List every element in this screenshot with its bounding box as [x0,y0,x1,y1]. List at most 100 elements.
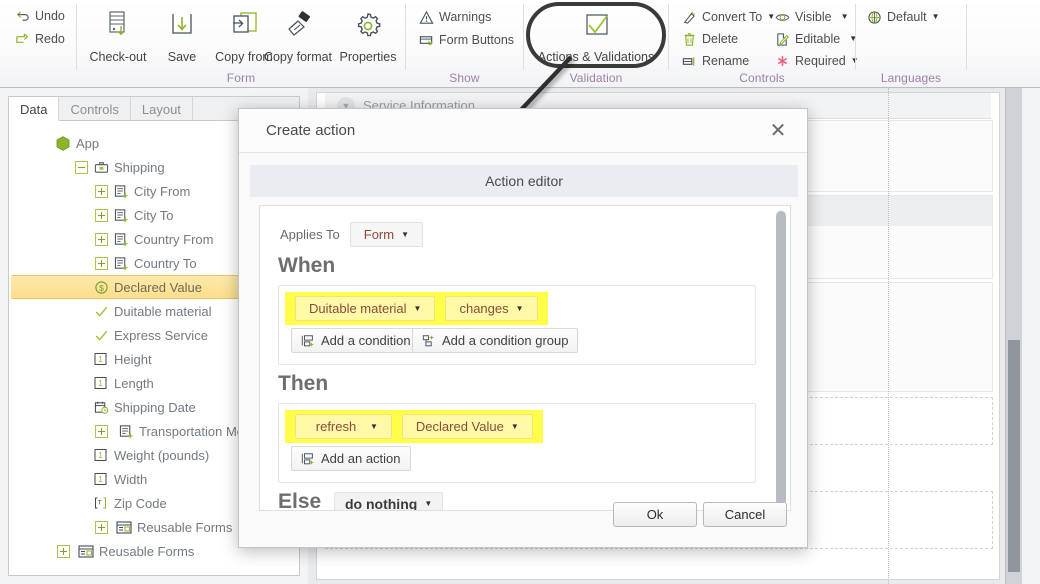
required-button[interactable]: Required ▼ [774,52,859,70]
else-heading: Else [278,490,322,511]
properties-gear-icon [332,4,404,48]
rename-button[interactable]: Rename [681,52,749,70]
then-action-verb-dropdown[interactable]: refresh ▼ [295,414,392,439]
chevron-down-icon[interactable]: ▼ [370,422,378,431]
warnings-button[interactable]: Warnings [418,8,491,26]
then-action-verb-value: refresh [315,419,357,434]
else-value: do nothing [345,496,418,511]
form-buttons-button[interactable]: Form Buttons [418,31,514,49]
check-out-icon [82,4,154,48]
collapse-toggle-icon[interactable] [75,160,88,174]
add-a-condition-button[interactable]: Add a condition [291,328,421,353]
expand-toggle-icon[interactable] [95,184,108,198]
tree-item-label: Duitable material [114,303,212,319]
tree-item-label: App [76,135,100,151]
globe-icon [866,9,882,25]
then-action-target-dropdown[interactable]: Declared Value ▼ [401,414,533,439]
ribbon-group-validation: Actions & Validations Validation [524,0,668,88]
else-value-dropdown[interactable]: do nothing ▼ [334,492,444,511]
number-icon: 1 [93,471,109,487]
expand-toggle-icon[interactable] [95,232,108,246]
expand-toggle-icon[interactable] [57,544,70,558]
then-heading: Then [278,372,329,395]
dialog-subtitle-bar: Action editor [250,165,798,197]
svg-text:1: 1 [98,475,103,484]
copy-format-button[interactable]: Copy format [258,4,338,66]
tab-data[interactable]: Data [9,97,60,121]
ribbon-divider [966,4,967,70]
canvas-scrollbar-thumb[interactable] [1008,340,1020,572]
delete-button[interactable]: Delete [681,30,738,48]
app-hex-icon [55,135,71,151]
lookup-icon [113,183,129,199]
ok-button[interactable]: Ok [613,502,697,527]
tab-layout[interactable]: Layout [131,97,193,120]
ribbon-group-label-show: Show [449,71,480,85]
calendar-clock-icon [93,399,109,415]
redo-label: Redo [35,32,65,46]
tree-item-label: Country From [134,231,214,247]
tree-item-label: Reusable Forms [137,519,233,535]
chevron-down-icon[interactable]: ▼ [414,304,422,313]
tree-item-label: Shipping [114,159,165,175]
then-action-target-value: Declared Value [415,419,504,434]
when-condition-operator-dropdown[interactable]: changes ▼ [445,296,538,321]
svg-text:1: 1 [98,379,103,388]
ribbon-group-languages: Default ▼ Languages [856,0,966,88]
svg-text:1: 1 [98,451,103,460]
redo-icon [14,31,30,47]
dialog-title: Create action [266,122,356,139]
warnings-label: Warnings [439,10,492,24]
convert-to-icon [681,9,697,25]
visible-label: Visible [795,10,832,24]
tree-item-label: Length [114,375,154,391]
actions-and-validations-button[interactable]: Actions & Validations [532,4,660,66]
dialog-scrollbar-thumb[interactable] [776,211,786,505]
lookup-icon [118,423,134,439]
applies-to-dropdown[interactable]: Form ▼ [349,222,424,247]
cancel-button[interactable]: Cancel [703,502,787,527]
checkmark-box-icon [532,4,660,48]
expand-toggle-icon[interactable] [95,256,108,270]
convert-to-button[interactable]: Convert To ▼ [681,8,775,26]
add-condition-group-icon [422,334,436,348]
default-language-button[interactable]: Default ▼ [866,8,940,26]
add-an-action-button[interactable]: Add an action [291,446,411,471]
check-out-button[interactable]: Check-out [82,4,154,66]
reusable-forms-icon [78,543,94,559]
add-a-condition-group-button[interactable]: Add a condition group [412,328,579,353]
visible-button[interactable]: Visible ▼ [774,8,849,26]
applies-to-label: Applies To [280,227,340,242]
tree-item-declared-value[interactable]: $ Declared Value [11,275,249,299]
tree-item-label: Width [114,471,148,487]
chevron-down-icon[interactable]: ▼ [516,304,524,313]
canvas-vertical-scrollbar[interactable] [1005,88,1022,584]
guide-line [888,88,889,584]
form-buttons-icon [418,32,434,48]
tree-item-label: Zip Code [114,495,167,511]
undo-button[interactable]: Undo [14,7,65,25]
required-asterisk-icon [774,53,790,69]
when-condition-row: Duitable material ▼ changes ▼ [285,292,548,325]
expand-toggle-icon[interactable] [95,424,108,438]
when-condition-field-dropdown[interactable]: Duitable material ▼ [295,296,436,321]
editable-button[interactable]: Editable ▼ [774,30,857,48]
chevron-down-icon[interactable]: ▼ [424,500,432,508]
expand-toggle-icon[interactable] [95,520,108,534]
chevron-down-icon[interactable]: ▼ [511,422,519,431]
properties-button[interactable]: Properties [332,4,404,66]
chevron-down-icon[interactable]: ▼ [841,13,849,21]
ribbon-group-show: Warnings Form Buttons Show [406,0,523,88]
redo-button[interactable]: Redo [14,30,65,48]
eye-icon [774,9,790,25]
money-icon: $ [93,279,109,295]
dialog-scrollbar-track[interactable] [776,210,786,508]
chevron-down-icon[interactable]: ▼ [401,230,409,239]
undo-icon [14,8,30,24]
close-icon[interactable]: ✕ [767,120,789,142]
form-buttons-label: Form Buttons [439,33,515,47]
tab-controls[interactable]: Controls [59,97,131,120]
create-action-dialog: Create action ✕ Action editor Applies To… [238,108,808,548]
expand-toggle-icon[interactable] [95,208,108,222]
chevron-down-icon[interactable]: ▼ [932,13,940,21]
